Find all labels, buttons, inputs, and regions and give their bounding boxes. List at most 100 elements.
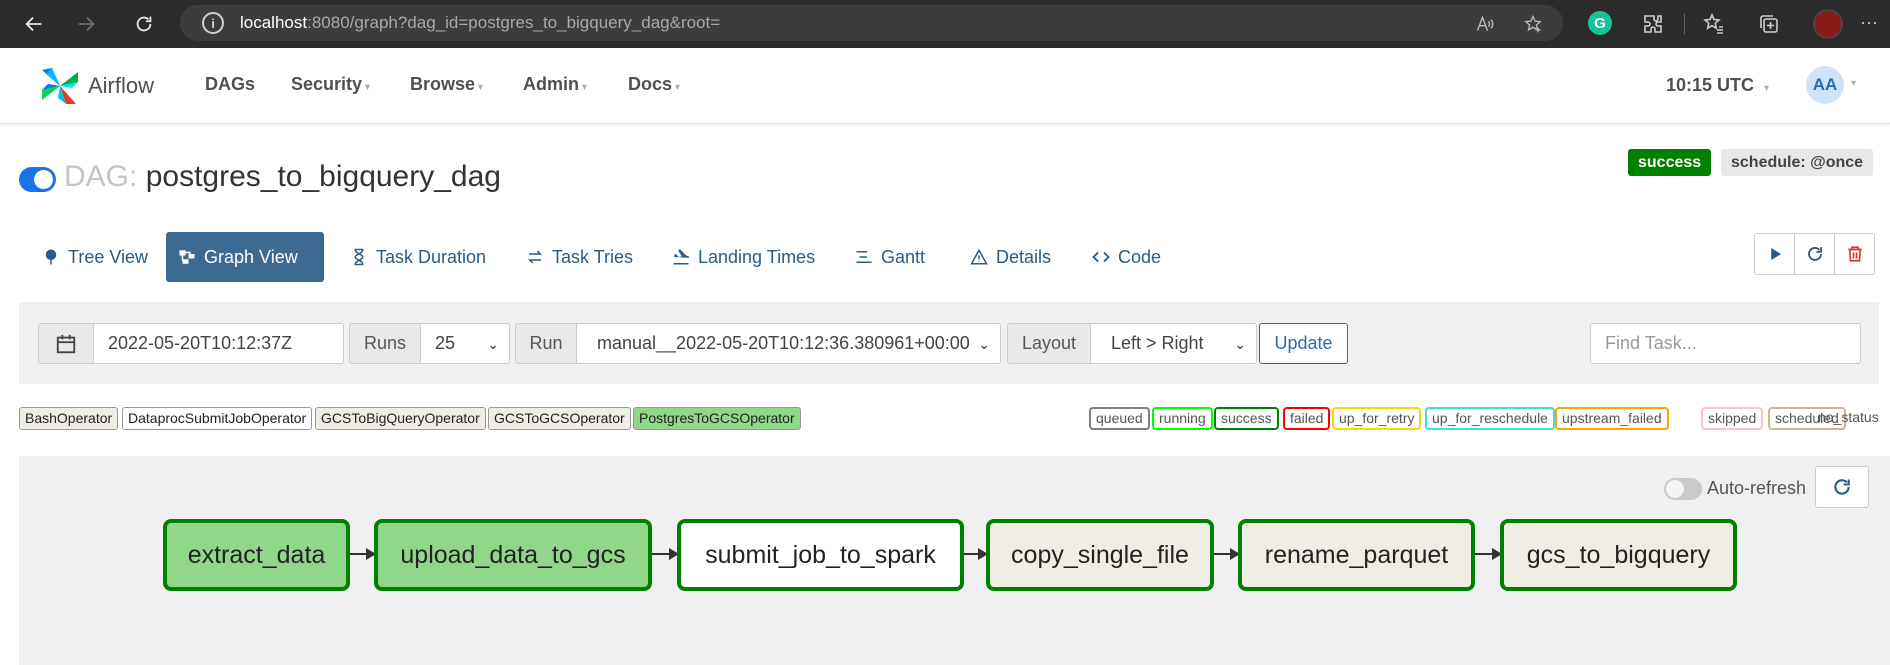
dag-action-buttons (1754, 233, 1875, 275)
nav-security[interactable]: Security ▾ (291, 74, 370, 95)
delete-dag-button[interactable] (1834, 233, 1875, 275)
tab-landing-times[interactable]: Landing Times (660, 232, 827, 282)
task-label: gcs_to_bigquery (1526, 540, 1711, 569)
tab-graph-view[interactable]: Graph View (166, 232, 324, 282)
chevron-down-icon: ⌄ (1234, 336, 1246, 352)
state-legend-running[interactable]: running (1152, 407, 1213, 430)
task-node-upload-data-to-gcs[interactable]: upload_data_to_gcs (374, 519, 652, 591)
run-value: manual__2022-05-20T10:12:36.380961+00:00 (597, 333, 970, 353)
dag-pause-toggle[interactable] (19, 167, 56, 192)
site-info-icon[interactable]: i (202, 12, 224, 34)
refresh-dag-button[interactable] (1794, 233, 1835, 275)
nav-dags[interactable]: DAGs (205, 74, 255, 95)
layout-select[interactable]: Left > Right ⌄ (1090, 323, 1257, 364)
state-legend-up-for-reschedule[interactable]: up_for_reschedule (1425, 407, 1555, 430)
runs-value: 25 (435, 333, 456, 353)
gantt-icon (856, 251, 872, 263)
tab-task-tries[interactable]: Task Tries (514, 232, 645, 282)
nav-docs[interactable]: Docs ▾ (628, 74, 680, 95)
browser-toolbar: i localhost:8080/graph?dag_id=postgres_t… (0, 0, 1890, 48)
run-select[interactable]: manual__2022-05-20T10:12:36.380961+00:00… (576, 323, 1001, 364)
favorite-add-icon[interactable] (1523, 14, 1543, 34)
profile-avatar[interactable] (1813, 9, 1843, 39)
address-bar[interactable]: i localhost:8080/graph?dag_id=postgres_t… (180, 5, 1563, 41)
state-legend-success[interactable]: success (1214, 407, 1279, 430)
tab-code[interactable]: Code (1080, 232, 1173, 282)
user-avatar[interactable]: AA (1806, 66, 1844, 104)
base-date-input[interactable]: 2022-05-20T10:12:37Z (93, 323, 344, 364)
state-legend-no-status[interactable]: no_status (1818, 409, 1879, 425)
find-task-input[interactable]: Find Task... (1590, 323, 1861, 364)
caret-down-icon: ▾ (1764, 83, 1770, 94)
update-button[interactable]: Update (1259, 323, 1348, 364)
read-aloud-icon[interactable] (1475, 14, 1495, 34)
plane-icon (673, 249, 690, 265)
caret-down-icon: ▾ (675, 82, 681, 93)
page-title: DAG: postgres_to_bigquery_dag (64, 160, 501, 194)
airflow-logo-icon (42, 68, 78, 104)
back-icon[interactable] (10, 0, 58, 48)
tab-task-duration[interactable]: Task Duration (338, 232, 498, 282)
utc-clock[interactable]: 10:15 UTC ▾ (1666, 75, 1769, 96)
runs-select[interactable]: 25 ⌄ (420, 323, 510, 364)
dag-prefix: DAG: (64, 160, 138, 193)
tab-details[interactable]: Details (958, 232, 1063, 282)
caret-down-icon: ▾ (582, 82, 588, 93)
url-path: :8080/graph?dag_id=postgres_to_bigquery_… (307, 13, 721, 32)
nav-browse[interactable]: Browse ▾ (410, 74, 483, 95)
graph-icon (179, 250, 195, 264)
nav-admin[interactable]: Admin ▾ (523, 74, 587, 95)
task-label: submit_job_to_spark (705, 540, 936, 569)
operator-legend-dataproc: DataprocSubmitJobOperator (122, 407, 313, 430)
browser-menu-icon[interactable]: ··· (1860, 12, 1878, 33)
airflow-navbar: Airflow DAGs Security ▾ Browse ▾ Admin ▾ Do… (0, 48, 1890, 124)
task-node-submit-job-to-spark[interactable]: submit_job_to_spark (677, 519, 964, 591)
auto-refresh-label: Auto-refresh (1707, 478, 1807, 498)
task-label: upload_data_to_gcs (400, 540, 626, 569)
tree-icon (45, 249, 57, 265)
play-icon (1770, 248, 1781, 260)
caret-down-icon: ▾ (365, 82, 371, 93)
auto-refresh-toggle[interactable] (1664, 478, 1702, 500)
task-node-rename-parquet[interactable]: rename_parquet (1238, 519, 1475, 591)
trigger-dag-button[interactable] (1754, 233, 1795, 275)
caret-down-icon: ▾ (1851, 78, 1857, 89)
dag-graph-canvas[interactable]: Auto-refresh extract_data upload_data_to… (19, 456, 1890, 665)
schedule-badge: schedule: @once (1721, 149, 1874, 176)
task-label: extract_data (187, 540, 326, 569)
refresh-icon (1807, 247, 1822, 261)
tab-gantt[interactable]: Gantt (843, 232, 937, 282)
task-node-extract-data[interactable]: extract_data (163, 519, 350, 591)
nav-security-label: Security (291, 74, 363, 94)
toolbar-divider (1684, 14, 1685, 34)
extensions-icon[interactable] (1641, 12, 1665, 36)
state-legend-failed[interactable]: failed (1283, 407, 1331, 430)
airflow-brand[interactable]: Airflow (36, 62, 154, 110)
operator-legend-gcs-to-gcs: GCSToGCSOperator (488, 407, 631, 430)
task-label: copy_single_file (1011, 540, 1189, 569)
calendar-icon (56, 334, 76, 353)
tab-tree-view[interactable]: Tree View (30, 232, 160, 282)
tab-label: Details (996, 246, 1052, 267)
graph-filter-form: 2022-05-20T10:12:37Z Runs 25 ⌄ Run manua… (19, 302, 1879, 384)
favorites-icon[interactable] (1702, 12, 1726, 36)
state-legend-up-for-retry[interactable]: up_for_retry (1332, 407, 1422, 430)
operator-legend-postgres-to-gcs: PostgresToGCSOperator (633, 407, 801, 430)
calendar-button[interactable] (38, 323, 94, 364)
nav-dags-label: DAGs (205, 74, 256, 94)
layout-value: Left > Right (1111, 333, 1204, 353)
collections-icon[interactable] (1757, 12, 1781, 36)
forward-icon[interactable] (62, 0, 110, 48)
task-node-copy-single-file[interactable]: copy_single_file (986, 519, 1214, 591)
tab-label: Task Duration (376, 246, 487, 267)
graph-refresh-button[interactable] (1815, 466, 1869, 508)
state-legend-skipped[interactable]: skipped (1701, 407, 1764, 430)
reload-icon[interactable] (120, 0, 168, 48)
brand-text: Airflow (88, 73, 155, 98)
tab-label: Landing Times (698, 246, 816, 267)
task-node-gcs-to-bigquery[interactable]: gcs_to_bigquery (1500, 519, 1737, 591)
grammarly-icon[interactable]: G (1588, 11, 1612, 35)
state-legend-upstream-failed[interactable]: upstream_failed (1555, 407, 1669, 430)
state-legend-queued[interactable]: queued (1089, 407, 1150, 430)
clock-text: 10:15 UTC (1666, 75, 1755, 95)
